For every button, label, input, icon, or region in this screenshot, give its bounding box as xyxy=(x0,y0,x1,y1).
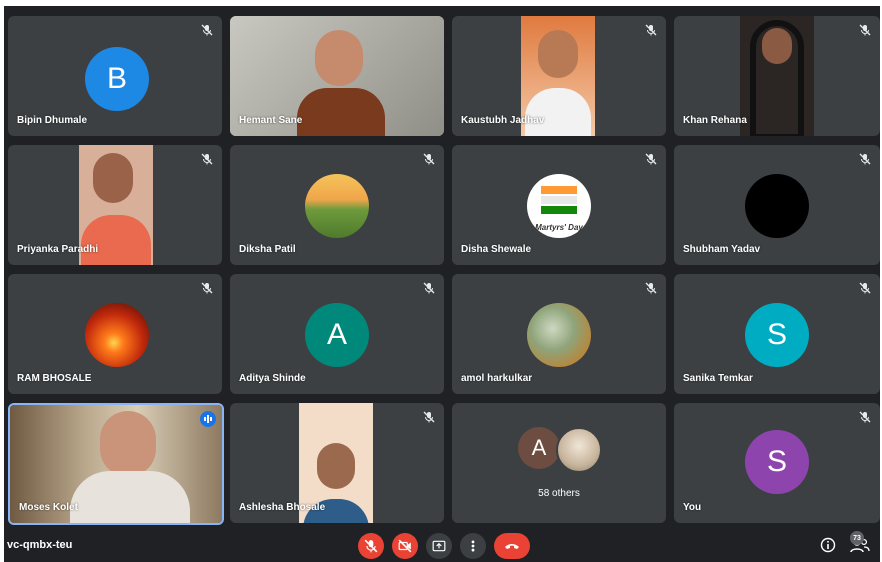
mic-off-icon xyxy=(859,24,871,36)
speaking-indicator-icon xyxy=(200,411,216,427)
mic-off-icon xyxy=(645,24,657,36)
participant-tile[interactable]: Shubham Yadav xyxy=(674,145,880,265)
participant-name: amol harkulkar xyxy=(461,373,533,384)
participant-name: Disha Shewale xyxy=(461,244,532,255)
mic-off-icon xyxy=(201,153,213,165)
avatar xyxy=(556,427,602,473)
avatar: S xyxy=(745,303,809,367)
participant-tile[interactable]: S Sanika Temkar xyxy=(674,274,880,394)
participant-count-badge: 73 xyxy=(850,531,864,545)
participant-tile[interactable]: B Bipin Dhumale xyxy=(8,16,222,136)
participant-tile[interactable]: Diksha Patil xyxy=(230,145,444,265)
more-options-button[interactable] xyxy=(460,533,486,559)
avatar: A xyxy=(518,427,560,469)
participant-tile[interactable]: A Aditya Shinde xyxy=(230,274,444,394)
avatar xyxy=(85,303,149,367)
camera-toggle-button[interactable] xyxy=(392,533,418,559)
participant-name: Moses Kolet xyxy=(19,502,78,513)
participant-name: Hemant Sane xyxy=(239,115,303,126)
more-vert-icon xyxy=(471,540,475,552)
mic-toggle-button[interactable] xyxy=(358,533,384,559)
participant-tile[interactable]: Kaustubh Jadhav xyxy=(452,16,666,136)
hang-up-icon xyxy=(505,544,519,549)
mic-off-icon xyxy=(423,153,435,165)
avatar: Martyrs' Day xyxy=(527,174,591,238)
meeting-code: vc-qmbx-teu xyxy=(7,539,73,551)
video-feed xyxy=(740,16,814,136)
mic-off-icon xyxy=(423,282,435,294)
participant-name: Khan Rehana xyxy=(683,115,747,126)
mic-off-icon xyxy=(645,282,657,294)
avatar: A xyxy=(305,303,369,367)
mic-off-icon xyxy=(201,282,213,294)
control-bar: vc-qmbx-teu 73 xyxy=(4,530,880,562)
participant-tile[interactable]: Khan Rehana xyxy=(674,16,880,136)
participant-name: RAM BHOSALE xyxy=(17,373,92,384)
others-count: 58 others xyxy=(538,488,580,499)
participant-name: Bipin Dhumale xyxy=(17,115,88,126)
camera-off-icon xyxy=(398,539,412,553)
leave-call-button[interactable] xyxy=(494,533,530,559)
mic-off-icon xyxy=(645,153,657,165)
mic-off-icon xyxy=(859,411,871,423)
participant-name: Priyanka Paradhi xyxy=(17,244,99,255)
present-screen-button[interactable] xyxy=(426,533,452,559)
participant-name: Ashlesha Bhosale xyxy=(239,502,326,513)
others-tile[interactable]: A 58 others xyxy=(452,403,666,523)
avatar xyxy=(527,303,591,367)
participant-tile[interactable]: Ashlesha Bhosale xyxy=(230,403,444,523)
mic-off-icon xyxy=(364,539,378,553)
participant-name: Aditya Shinde xyxy=(239,373,306,384)
avatar: B xyxy=(85,47,149,111)
present-icon xyxy=(432,540,446,552)
participant-tile[interactable]: Martyrs' Day Disha Shewale xyxy=(452,145,666,265)
mic-off-icon xyxy=(859,282,871,294)
participant-tile-self[interactable]: S You xyxy=(674,403,880,523)
participant-tile[interactable]: Priyanka Paradhi xyxy=(8,145,222,265)
avatar xyxy=(305,174,369,238)
participant-name: Kaustubh Jadhav xyxy=(461,115,545,126)
avatar: S xyxy=(745,430,809,494)
participant-name: Sanika Temkar xyxy=(683,373,753,384)
meeting-window: B Bipin Dhumale Hemant Sane Kaustubh Jad… xyxy=(4,6,880,562)
participant-tile[interactable]: amol harkulkar xyxy=(452,274,666,394)
info-icon[interactable] xyxy=(820,537,836,553)
participant-name: You xyxy=(683,502,702,513)
participant-name: Diksha Patil xyxy=(239,244,296,255)
participants-button[interactable]: 73 xyxy=(850,531,870,553)
participant-tile[interactable]: Hemant Sane xyxy=(230,16,444,136)
participant-name: Shubham Yadav xyxy=(683,244,761,255)
mic-off-icon xyxy=(859,153,871,165)
mic-off-icon xyxy=(423,411,435,423)
participant-tile-active-speaker[interactable]: Moses Kolet xyxy=(8,403,224,525)
avatar xyxy=(745,174,809,238)
mic-off-icon xyxy=(201,24,213,36)
participant-tile[interactable]: RAM BHOSALE xyxy=(8,274,222,394)
